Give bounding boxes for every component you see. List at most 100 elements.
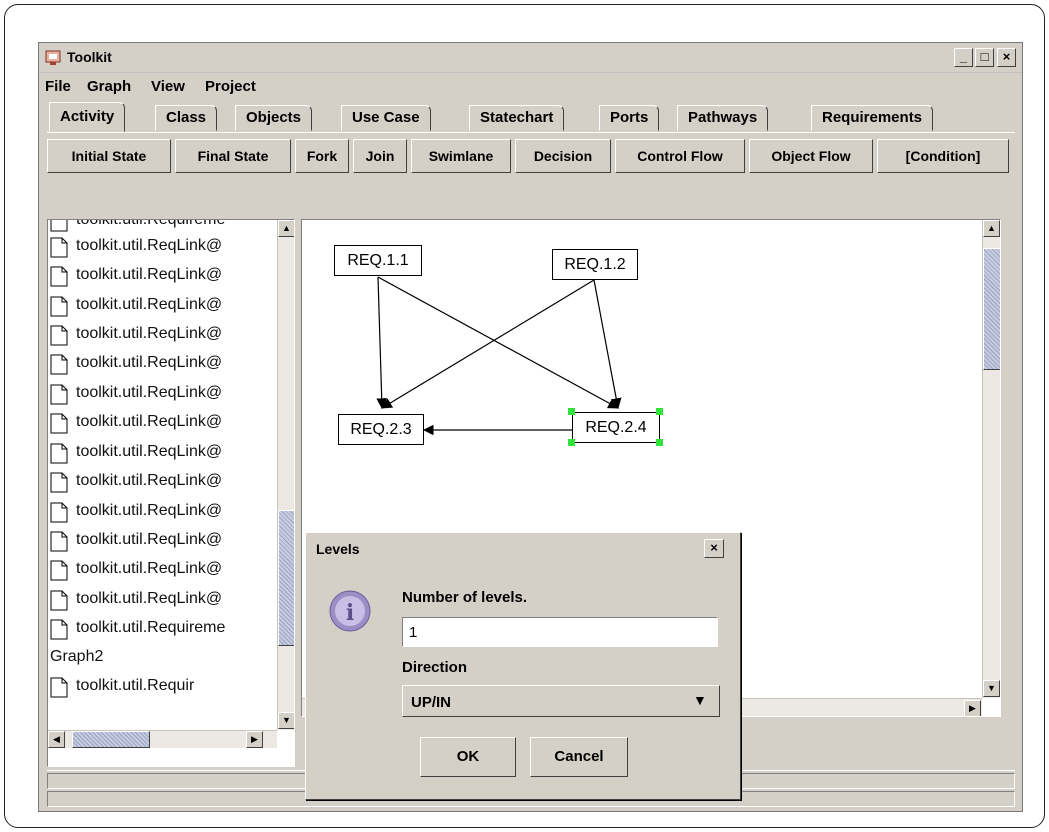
menu-file[interactable]: File [45, 78, 71, 95]
tree-list: toolkit.util.Requireme toolkit.util.ReqL… [48, 220, 276, 730]
tab-ports[interactable]: Ports [599, 105, 660, 131]
levels-input[interactable]: 1 [402, 617, 718, 647]
scroll-right-arrow-icon[interactable]: ▶ [964, 700, 981, 716]
tree-item-label: toolkit.util.ReqLink@ [76, 384, 223, 401]
tree-item-label: toolkit.util.Requireme [76, 619, 226, 636]
file-icon [50, 354, 68, 375]
svg-text:i: i [346, 600, 354, 626]
swimlane-button[interactable]: Swimlane [411, 139, 511, 173]
menu-graph[interactable]: Graph [87, 78, 131, 95]
tab-use-case[interactable]: Use Case [341, 105, 431, 131]
edge-req12-req24[interactable] [593, 279, 622, 410]
node-req-1-1[interactable]: REQ.1.1 [334, 245, 422, 276]
condition-button[interactable]: [Condition] [877, 139, 1009, 173]
close-icon[interactable]: × [997, 48, 1016, 67]
tree-item-label: toolkit.util.ReqLink@ [76, 413, 223, 430]
menu-bar: File Graph View Project [39, 74, 1022, 100]
tab-class[interactable]: Class [155, 105, 218, 131]
file-icon [50, 266, 68, 287]
close-icon[interactable]: × [704, 539, 724, 558]
direction-select-value: UP/IN [411, 694, 452, 711]
tab-pathways[interactable]: Pathways [677, 105, 769, 131]
file-icon [50, 325, 68, 346]
tree-item-label: toolkit.util.ReqLink@ [76, 590, 223, 607]
tab-underline [47, 132, 1015, 133]
tree-vertical-scrollbar[interactable]: ▲ ▼ [277, 220, 294, 730]
scroll-right-arrow-icon[interactable]: ▶ [246, 731, 263, 748]
direction-select[interactable]: UP/IN ▼ [402, 685, 720, 717]
tree-item-label: toolkit.util.ReqLink@ [76, 237, 223, 254]
tree-item-label: toolkit.util.Requir [76, 677, 195, 694]
tree-item-label: toolkit.util.Requireme [76, 220, 225, 229]
tree-item-label: toolkit.util.ReqLink@ [76, 472, 223, 489]
tree-item-label: toolkit.util.ReqLink@ [76, 266, 223, 283]
file-icon [50, 413, 68, 434]
menu-project[interactable]: Project [205, 78, 256, 95]
toolbar: Initial State Final State Fork Join Swim… [47, 139, 1017, 175]
levels-label: Number of levels. [402, 589, 528, 606]
tab-strip: Activity Class Objects Use Case Statecha… [47, 101, 1017, 133]
fork-button[interactable]: Fork [295, 139, 349, 173]
edge-req11-req23[interactable] [376, 276, 388, 410]
scroll-up-arrow-icon[interactable]: ▲ [278, 220, 294, 237]
window-title: Toolkit [67, 49, 112, 65]
title-bar[interactable]: Toolkit _ □ × [39, 43, 1022, 73]
control-flow-button[interactable]: Control Flow [615, 139, 745, 173]
tree-hscroll-thumb[interactable] [72, 731, 150, 748]
tab-activity[interactable]: Activity [49, 102, 126, 132]
chevron-down-icon[interactable]: ▼ [693, 692, 707, 708]
ok-button[interactable]: OK [420, 737, 516, 777]
initial-state-button[interactable]: Initial State [47, 139, 171, 173]
file-icon [50, 560, 68, 581]
tree-item-label: toolkit.util.ReqLink@ [76, 560, 223, 577]
tree-horizontal-scrollbar[interactable]: ◀ ▶ [48, 730, 277, 748]
tab-statechart[interactable]: Statechart [469, 105, 565, 131]
scroll-up-arrow-icon[interactable]: ▲ [983, 220, 1000, 237]
menu-view[interactable]: View [151, 78, 185, 95]
direction-label: Direction [402, 659, 468, 676]
decision-button[interactable]: Decision [515, 139, 611, 173]
node-req-1-2[interactable]: REQ.1.2 [552, 249, 638, 280]
file-icon [50, 472, 68, 493]
tab-objects[interactable]: Objects [235, 105, 313, 131]
selection-handle[interactable] [656, 439, 663, 446]
cancel-button[interactable]: Cancel [530, 737, 628, 777]
dialog-title: Levels [316, 541, 360, 557]
maximize-icon[interactable]: □ [975, 48, 994, 67]
tree-item-label: toolkit.util.ReqLink@ [76, 354, 223, 371]
selection-handle[interactable] [656, 408, 663, 415]
minimize-icon[interactable]: _ [954, 48, 973, 67]
selection-handle[interactable] [568, 439, 575, 446]
file-icon [50, 443, 68, 464]
object-flow-button[interactable]: Object Flow [749, 139, 873, 173]
canvas-vertical-scrollbar[interactable]: ▲ ▼ [982, 220, 1000, 698]
file-icon [50, 590, 68, 611]
tab-requirements[interactable]: Requirements [811, 105, 934, 131]
node-req-2-4[interactable]: REQ.2.4 [572, 412, 660, 443]
tree-item-label: toolkit.util.ReqLink@ [76, 443, 223, 460]
tree-item-label: toolkit.util.ReqLink@ [76, 296, 223, 313]
tree-item-label: toolkit.util.ReqLink@ [76, 531, 223, 548]
tree-item-label: toolkit.util.ReqLink@ [76, 325, 223, 342]
join-button[interactable]: Join [353, 139, 407, 173]
info-icon: i [329, 590, 371, 632]
tree-vscroll-thumb[interactable] [278, 510, 294, 646]
file-icon [50, 220, 68, 232]
node-req-2-3[interactable]: REQ.2.3 [338, 414, 424, 445]
project-tree[interactable]: toolkit.util.Requireme toolkit.util.ReqL… [47, 219, 295, 767]
file-icon [50, 502, 68, 523]
selection-handle[interactable] [568, 408, 575, 415]
canvas-vscroll-thumb[interactable] [983, 248, 1000, 370]
file-icon [50, 677, 68, 698]
scroll-down-arrow-icon[interactable]: ▼ [983, 680, 1000, 697]
scroll-down-arrow-icon[interactable]: ▼ [278, 712, 294, 729]
edge-req12-req23[interactable] [381, 279, 595, 409]
levels-dialog: Levels × i Number of levels. 1 Direction… [305, 532, 741, 800]
file-icon [50, 531, 68, 552]
file-icon [50, 619, 68, 640]
scroll-left-arrow-icon[interactable]: ◀ [48, 731, 65, 748]
final-state-button[interactable]: Final State [175, 139, 291, 173]
app-icon [45, 50, 61, 65]
file-icon [50, 384, 68, 405]
tree-item-label: toolkit.util.ReqLink@ [76, 502, 223, 519]
